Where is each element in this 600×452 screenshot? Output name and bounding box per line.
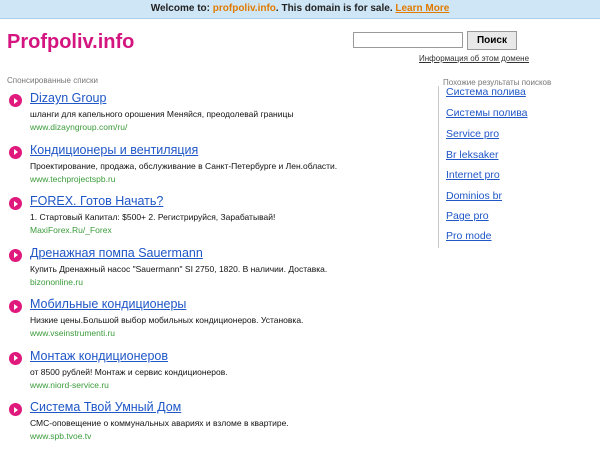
sponsored-item: FOREX. Готов Начать? 1. Стартовый Капита… — [7, 194, 427, 246]
sponsored-item: Дренажная помпа Sauermann Купить Дренажн… — [7, 246, 427, 298]
ad-url-link[interactable]: www.dizayngroup.com/ru/ — [30, 122, 127, 132]
ad-description: 1. Стартовый Капитал: $500+ 2. Регистрир… — [30, 212, 276, 222]
banner-domain[interactable]: profpoliv.info — [213, 3, 276, 14]
ad-title-link[interactable]: Дренажная помпа Sauermann — [30, 246, 203, 260]
ad-url-link[interactable]: bizononline.ru — [30, 277, 83, 287]
search-button[interactable]: Поиск — [467, 31, 517, 50]
ad-description: Проектирование, продажа, обслуживание в … — [30, 160, 338, 171]
banner-prefix: Welcome to: — [150, 3, 210, 14]
ad-description: Низкие цены.Большой выбор мобильных конд… — [30, 315, 304, 325]
domain-sale-banner: Welcome to: profpoliv.info. This domain … — [0, 0, 600, 19]
ad-url-link[interactable]: www.spb.tvoe.tv — [30, 431, 91, 441]
play-bullet-icon[interactable] — [9, 145, 22, 159]
learn-more-link[interactable]: Learn More — [395, 3, 449, 14]
related-search-link[interactable]: Br leksaker — [446, 149, 499, 161]
ad-description: Купить Дренажный насос "Sauermann" SI 27… — [30, 263, 328, 274]
play-bullet-icon[interactable] — [9, 351, 22, 365]
ad-url-link[interactable]: www.techprojectspb.ru — [30, 174, 116, 184]
site-logo[interactable]: Profpoliv.info — [7, 31, 134, 54]
related-search-link[interactable]: Pro mode — [446, 230, 492, 242]
ad-description: шланги для капельного орошения Меняйся, … — [30, 109, 294, 119]
ad-title-link[interactable]: FOREX. Готов Начать? — [30, 194, 163, 208]
banner-middle: . This domain is for sale. — [275, 3, 393, 14]
related-search-link[interactable]: Internet pro — [446, 169, 500, 181]
related-search-link[interactable]: Система полива — [446, 86, 526, 98]
ad-title-link[interactable]: Кондиционеры и вентиляция — [30, 143, 198, 157]
play-bullet-icon[interactable] — [9, 300, 22, 313]
domain-info-link[interactable]: Информация об этом домене — [419, 54, 529, 63]
sponsored-item: Dizayn Group шланги для капельного ороше… — [7, 91, 427, 143]
ad-url-link[interactable]: www.vseinstrumenti.ru — [30, 328, 115, 338]
play-bullet-icon[interactable] — [9, 197, 22, 210]
ad-title-link[interactable]: Мобильные кондиционеры — [30, 297, 186, 311]
sponsored-item: Кондиционеры и вентиляция Проектирование… — [7, 143, 427, 195]
related-search-link[interactable]: Page pro — [446, 210, 489, 222]
related-search-link[interactable]: Service pro — [446, 128, 499, 140]
related-searches-list: Система полива Системы полива Service pr… — [438, 86, 549, 248]
sponsored-heading: Спонсированные списки — [7, 76, 98, 85]
related-search-link[interactable]: Системы полива — [446, 107, 528, 119]
sponsored-item: Система Твой Умный Дом СМС-оповещение о … — [7, 400, 427, 452]
related-search-link[interactable]: Dominios br — [446, 190, 502, 202]
ad-title-link[interactable]: Система Твой Умный Дом — [30, 400, 181, 414]
play-bullet-icon[interactable] — [9, 403, 22, 416]
ad-url-link[interactable]: www.niord-service.ru — [30, 380, 109, 390]
sponsored-item: Мобильные кондиционеры Низкие цены.Больш… — [7, 297, 427, 349]
sponsored-item: Монтаж кондиционеров от 8500 рублей! Мон… — [7, 349, 427, 401]
play-bullet-icon[interactable] — [9, 248, 22, 262]
sponsored-list: Dizayn Group шланги для капельного ороше… — [7, 91, 427, 452]
ad-description: от 8500 рублей! Монтаж и сервис кондицио… — [30, 366, 228, 377]
ad-title-link[interactable]: Монтаж кондиционеров — [30, 349, 168, 363]
ad-description: СМС-оповещение о коммунальных авариях и … — [30, 418, 289, 428]
search-input[interactable] — [353, 32, 463, 48]
ad-title-link[interactable]: Dizayn Group — [30, 91, 106, 105]
play-bullet-icon[interactable] — [9, 94, 22, 107]
ad-url-link[interactable]: MaxiForex.Ru/_Forex — [30, 225, 112, 235]
